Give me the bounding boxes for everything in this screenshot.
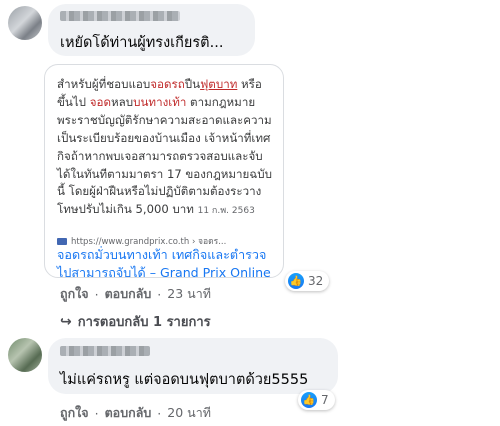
- separator-dot: ·: [94, 405, 99, 421]
- comment-1-reaction-count: 32: [308, 274, 324, 288]
- quote-highlight: ฟุตบาท: [200, 77, 238, 91]
- comment-2-actions: ถูกใจ · ตอบกลับ · 20 นาที: [60, 403, 211, 423]
- commenter-2-avatar[interactable]: [8, 338, 42, 372]
- like-thumb-icon: 👍: [301, 392, 317, 408]
- separator-dot: ·: [157, 405, 162, 421]
- quote-fragment: สำหรับผู้ที่ชอบแอบ: [57, 77, 151, 91]
- comment-2-bubble: ไม่แค่รถหรู แต่จอดบนฟุตบาตด้วย5555: [48, 338, 338, 394]
- comment-2-text: ไม่แค่รถหรู แต่จอดบนฟุตบาตด้วย5555: [60, 372, 309, 388]
- like-thumb-icon: 👍: [288, 273, 304, 289]
- site-favicon-icon: [57, 237, 67, 245]
- commenter-1-avatar[interactable]: [8, 6, 42, 40]
- comment-1-like-button[interactable]: ถูกใจ: [60, 284, 89, 304]
- comment-2-reactions[interactable]: 👍 7: [298, 390, 335, 410]
- comment-1-author-blurred[interactable]: [60, 11, 180, 21]
- comment-2-reaction-count: 7: [321, 393, 329, 407]
- quote-fragment: หลบ: [111, 94, 134, 109]
- separator-dot: ·: [157, 286, 162, 302]
- link-title[interactable]: จอดรถมั่วบนทางเท้า เทศกิจและตำรวจไปสามาร…: [57, 246, 279, 277]
- quote-highlight: จอด: [89, 94, 112, 109]
- link-quote-date: 11 ก.พ. 2563: [197, 206, 255, 217]
- reply-arrow-icon: ↪: [60, 313, 72, 330]
- comment-1-actions: ถูกใจ · ตอบกลับ · 23 นาที: [60, 284, 211, 304]
- link-quote-text: สำหรับผู้ที่ชอบแอบจอดรถปืนฟุตบาท หรือขึ้…: [57, 76, 275, 221]
- comment-2-timestamp[interactable]: 20 นาที: [167, 403, 211, 423]
- comment-1-reactions[interactable]: 👍 32: [285, 271, 330, 291]
- comment-2-like-button[interactable]: ถูกใจ: [60, 403, 89, 423]
- view-replies-link[interactable]: ↪ การตอบกลับ 1 รายการ: [60, 311, 211, 332]
- quote-highlight: จอดรถ: [150, 77, 185, 91]
- quote-fragment: ตามกฎหมายพระราชบัญญัติรักษาความสะอาดและค…: [57, 94, 272, 217]
- comment-1-bubble: เหยัดโด้ท่านผู้ทรงเกียรติ...: [48, 4, 255, 56]
- comment-1-timestamp[interactable]: 23 นาที: [167, 284, 211, 304]
- comment-1-reply-button[interactable]: ตอบกลับ: [105, 284, 152, 304]
- comment-1-text: เหยัดโด้ท่านผู้ทรงเกียรติ...: [60, 35, 224, 51]
- link-preview-card[interactable]: สำหรับผู้ที่ชอบแอบจอดรถปืนฟุตบาท หรือขึ้…: [44, 64, 284, 278]
- separator-dot: ·: [94, 286, 99, 302]
- comment-2-reply-button[interactable]: ตอบกลับ: [105, 403, 152, 423]
- quote-fragment: ปืน: [184, 77, 201, 91]
- quote-highlight: บนทางเท้า: [133, 94, 187, 109]
- view-replies-label: การตอบกลับ 1 รายการ: [77, 315, 211, 330]
- comment-2-author-blurred[interactable]: [60, 346, 150, 356]
